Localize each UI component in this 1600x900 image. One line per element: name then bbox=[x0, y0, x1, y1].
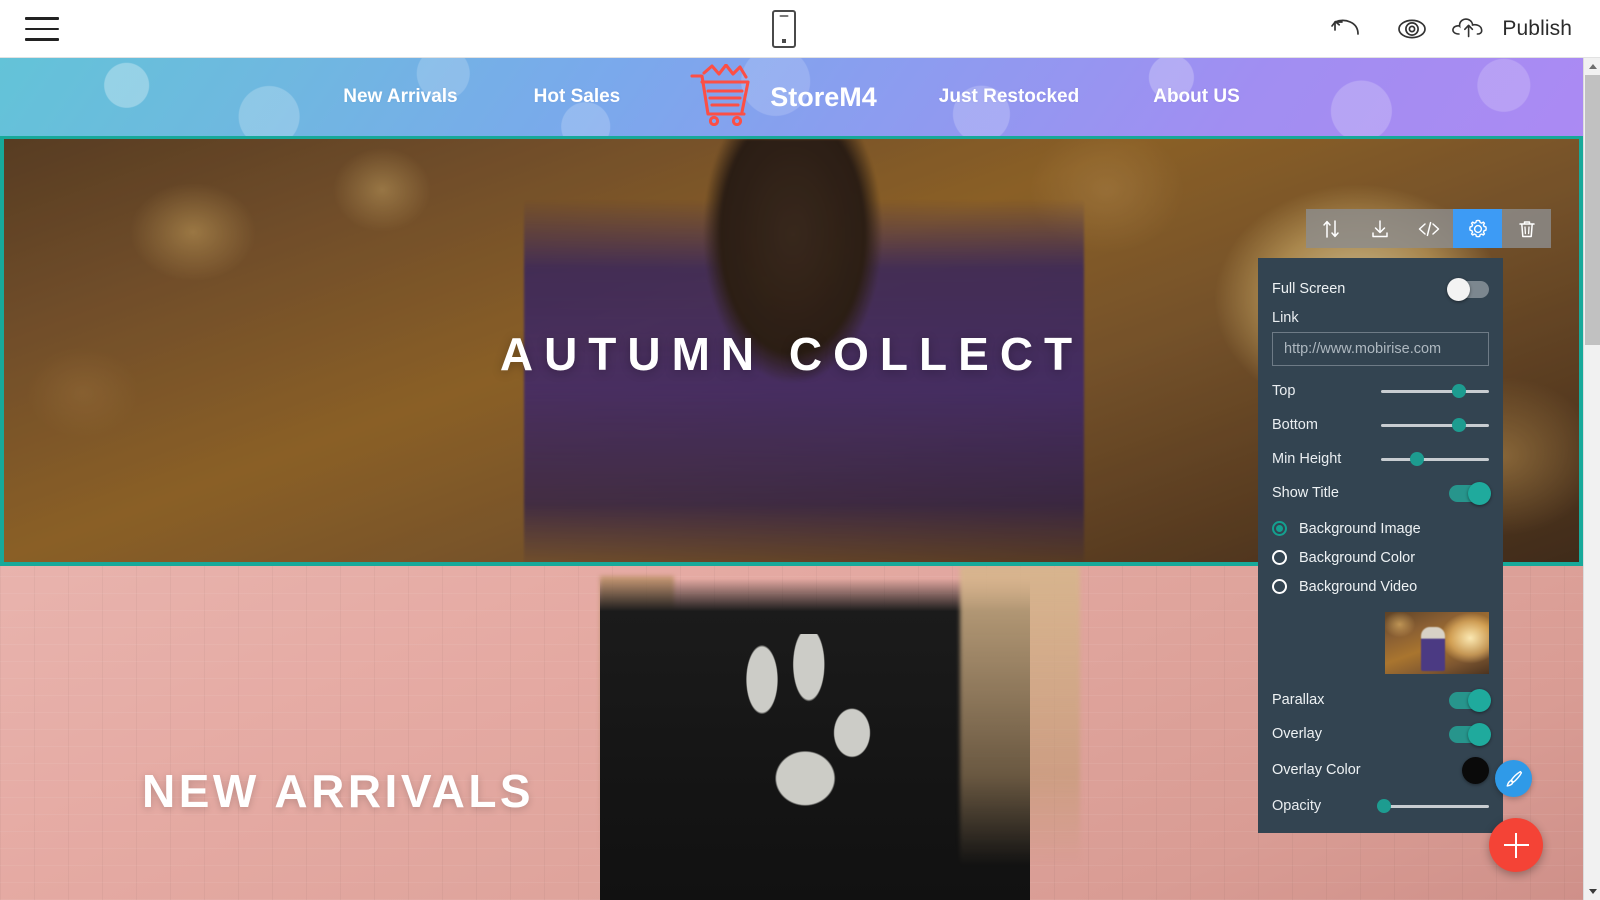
show-title-label: Show Title bbox=[1272, 485, 1339, 501]
edit-code-button[interactable] bbox=[1404, 209, 1453, 248]
vertical-scrollbar[interactable] bbox=[1583, 58, 1600, 900]
site-navigation-bar: New Arrivals Hot Sales StoreM4 Just Rest bbox=[0, 58, 1583, 136]
top-bar-actions: Publish bbox=[1313, 0, 1600, 58]
nav-link-new-arrivals[interactable]: New Arrivals bbox=[343, 86, 457, 108]
move-block-button[interactable] bbox=[1306, 209, 1355, 248]
background-type-group: Background Image Background Color Backgr… bbox=[1272, 514, 1489, 601]
parallax-label: Parallax bbox=[1272, 692, 1325, 708]
hamburger-bar bbox=[25, 17, 59, 20]
triangle-down-icon bbox=[1588, 889, 1597, 894]
site-brand[interactable]: StoreM4 bbox=[688, 62, 877, 131]
triangle-up-icon bbox=[1588, 64, 1597, 69]
overlay-label: Overlay bbox=[1272, 726, 1322, 742]
background-video-label: Background Video bbox=[1299, 578, 1418, 595]
hamburger-menu-icon[interactable] bbox=[25, 12, 59, 46]
toggle-knob bbox=[1468, 722, 1491, 746]
shopping-cart-icon bbox=[688, 62, 754, 131]
undo-arrow-icon[interactable] bbox=[1313, 0, 1379, 58]
delete-block-button[interactable] bbox=[1502, 209, 1551, 248]
background-image-thumbnail[interactable] bbox=[1385, 612, 1489, 674]
link-label: Link bbox=[1272, 310, 1299, 326]
top-slider[interactable] bbox=[1381, 384, 1489, 398]
eye-icon[interactable] bbox=[1379, 0, 1445, 58]
overlay-toggle[interactable] bbox=[1449, 722, 1491, 746]
brand-name: StoreM4 bbox=[770, 81, 877, 112]
radio-background-video[interactable]: Background Video bbox=[1272, 572, 1489, 601]
photo-detail-right bbox=[960, 566, 1080, 866]
parallax-row: Parallax bbox=[1272, 683, 1491, 717]
slider-thumb[interactable] bbox=[1451, 418, 1466, 432]
overlay-color-label: Overlay Color bbox=[1272, 762, 1361, 778]
slider-thumb[interactable] bbox=[1409, 452, 1424, 466]
hamburger-bar bbox=[25, 38, 59, 41]
full-screen-toggle[interactable] bbox=[1447, 277, 1489, 301]
save-block-button[interactable] bbox=[1355, 209, 1404, 248]
nav-link-hot-sales[interactable]: Hot Sales bbox=[534, 86, 621, 108]
show-title-row: Show Title bbox=[1272, 476, 1491, 510]
scroll-down-button[interactable] bbox=[1584, 883, 1600, 900]
min-height-slider-row: Min Height bbox=[1272, 442, 1489, 476]
link-input[interactable] bbox=[1272, 332, 1489, 366]
radio-indicator bbox=[1272, 521, 1287, 536]
show-title-toggle[interactable] bbox=[1449, 481, 1491, 505]
toggle-knob bbox=[1468, 688, 1491, 712]
top-label: Top bbox=[1272, 383, 1296, 399]
block-toolbar bbox=[1306, 209, 1551, 248]
parallax-toggle[interactable] bbox=[1449, 688, 1491, 712]
add-block-button[interactable] bbox=[1489, 818, 1543, 872]
opacity-slider[interactable] bbox=[1376, 799, 1489, 813]
nav-link-just-restocked[interactable]: Just Restocked bbox=[939, 86, 1079, 108]
nav-link-about-us[interactable]: About US bbox=[1153, 86, 1240, 108]
scrollbar-thumb[interactable] bbox=[1585, 75, 1600, 345]
min-height-label: Min Height bbox=[1272, 451, 1342, 467]
publish-button[interactable]: Publish bbox=[1445, 0, 1600, 58]
scroll-up-button[interactable] bbox=[1584, 58, 1600, 75]
background-color-label: Background Color bbox=[1299, 549, 1416, 566]
bottom-slider[interactable] bbox=[1381, 418, 1489, 432]
block-settings-panel: Full Screen Link Top Bottom Min Height bbox=[1258, 258, 1503, 833]
publish-label: Publish bbox=[1502, 17, 1572, 40]
full-screen-row: Full Screen bbox=[1272, 272, 1489, 306]
cloud-upload-icon bbox=[1449, 12, 1491, 47]
arrivals-title: NEW ARRIVALS bbox=[142, 765, 535, 817]
radio-indicator bbox=[1272, 579, 1287, 594]
overlay-color-row: Overlay Color bbox=[1272, 751, 1489, 789]
background-image-label: Background Image bbox=[1299, 520, 1421, 537]
overlay-color-swatch[interactable] bbox=[1462, 756, 1489, 784]
toggle-knob bbox=[1447, 277, 1470, 301]
site-canvas: New Arrivals Hot Sales StoreM4 Just Rest bbox=[0, 58, 1583, 900]
toggle-knob bbox=[1468, 481, 1491, 505]
opacity-label: Opacity bbox=[1272, 798, 1322, 814]
radio-background-image[interactable]: Background Image bbox=[1272, 514, 1489, 543]
nav-links-right: Just Restocked About US bbox=[939, 86, 1240, 108]
tshirt-hand-graphic bbox=[726, 634, 906, 824]
full-screen-label: Full Screen bbox=[1272, 281, 1346, 297]
phone-outline bbox=[772, 10, 796, 48]
hamburger-bar bbox=[25, 27, 59, 31]
bottom-label: Bottom bbox=[1272, 417, 1318, 433]
min-height-slider[interactable] bbox=[1381, 452, 1489, 466]
overlay-row: Overlay bbox=[1272, 717, 1491, 751]
paintbrush-icon bbox=[1506, 770, 1522, 787]
radio-background-color[interactable]: Background Color bbox=[1272, 543, 1489, 572]
site-style-button[interactable] bbox=[1495, 760, 1532, 797]
opacity-slider-row: Opacity bbox=[1272, 789, 1489, 823]
app-top-bar: Publish bbox=[0, 0, 1600, 58]
slider-thumb[interactable] bbox=[1376, 799, 1391, 813]
radio-indicator bbox=[1272, 550, 1287, 565]
plus-icon bbox=[1514, 832, 1518, 858]
top-slider-row: Top bbox=[1272, 374, 1489, 408]
slider-thumb[interactable] bbox=[1451, 384, 1466, 398]
bottom-slider-row: Bottom bbox=[1272, 408, 1489, 442]
mobile-preview-icon[interactable] bbox=[768, 10, 800, 50]
nav-links-left: New Arrivals Hot Sales bbox=[343, 86, 620, 108]
block-settings-button[interactable] bbox=[1453, 209, 1502, 248]
